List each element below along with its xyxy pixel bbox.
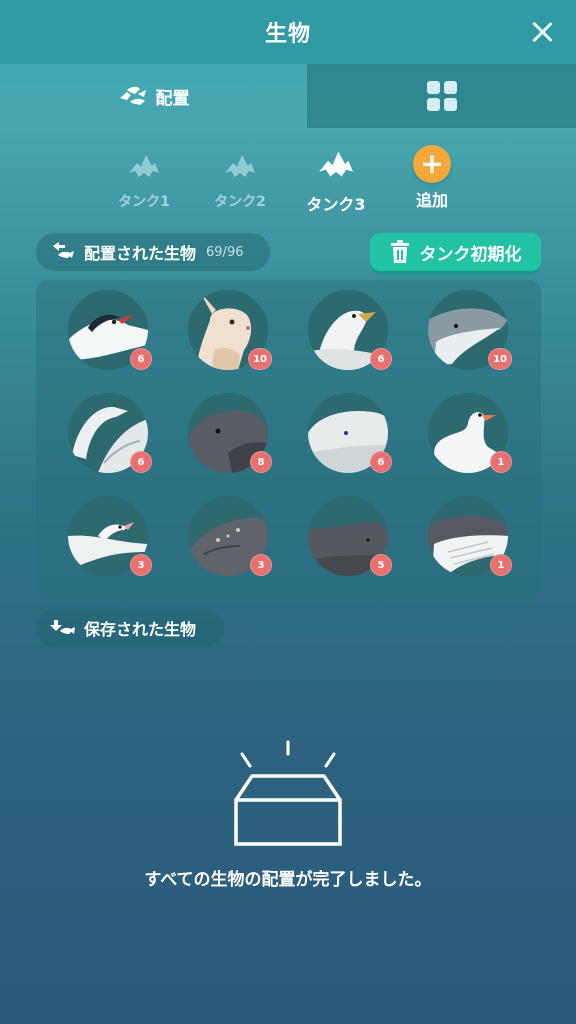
creature-count-badge: 6 bbox=[370, 348, 392, 370]
creature-slot[interactable]: 5 bbox=[308, 496, 392, 576]
creature-count-badge: 6 bbox=[130, 348, 152, 370]
creature-count-badge: 10 bbox=[488, 348, 512, 370]
placed-creatures-label: 配置された生物 bbox=[84, 244, 197, 263]
creature-slot[interactable]: 6 bbox=[68, 290, 152, 370]
empty-message: すべての生物の配置が完了しました。 bbox=[144, 870, 432, 890]
creature-slot[interactable]: 1 bbox=[428, 496, 512, 576]
creature-count-badge: 10 bbox=[248, 348, 272, 370]
creature-slot[interactable]: 6 bbox=[68, 393, 152, 473]
empty-box-icon bbox=[234, 740, 342, 846]
header-bar: 生物 bbox=[0, 0, 576, 64]
creature-count-badge: 3 bbox=[250, 554, 272, 576]
saved-creatures-label: 保存された生物 bbox=[84, 620, 197, 639]
tab-place-label: 配置 bbox=[155, 88, 190, 109]
placed-creatures-count: 69/96 bbox=[206, 244, 244, 260]
wave-mountain-icon bbox=[319, 151, 353, 177]
creature-count-badge: 8 bbox=[250, 451, 272, 473]
close-icon[interactable] bbox=[530, 20, 554, 44]
trash-icon bbox=[390, 240, 409, 263]
transfer-fish-icon bbox=[53, 242, 74, 258]
creature-slot[interactable]: 1 bbox=[428, 393, 512, 473]
reset-tank-label: タンク初期化 bbox=[419, 244, 522, 265]
creature-slot[interactable]: 3 bbox=[68, 496, 152, 576]
tank-2-label: タンク2 bbox=[214, 194, 266, 210]
page-title: 生物 bbox=[264, 22, 311, 47]
creature-slot[interactable]: 6 bbox=[308, 290, 392, 370]
creature-slot[interactable]: 10 bbox=[188, 290, 272, 370]
add-tank-label: 追加 bbox=[415, 191, 448, 210]
tank-3[interactable]: タンク3 bbox=[296, 145, 376, 215]
tank-3-label: タンク3 bbox=[306, 195, 366, 214]
creature-count-badge: 6 bbox=[370, 451, 392, 473]
tank-1[interactable]: タンク1 bbox=[104, 145, 184, 211]
add-tank-button[interactable]: + 追加 bbox=[392, 145, 472, 211]
wave-mountain-icon bbox=[225, 155, 255, 177]
creature-count-badge: 3 bbox=[130, 554, 152, 576]
tab-place[interactable]: 配置 bbox=[0, 64, 307, 128]
tab-grid[interactable] bbox=[307, 64, 576, 128]
tank-selector: タンク1 タンク2 タンク3 + 追加 bbox=[0, 145, 576, 215]
grid-icon bbox=[426, 81, 457, 111]
creature-slot[interactable]: 10 bbox=[428, 290, 512, 370]
creature-count-badge: 1 bbox=[490, 451, 512, 473]
creature-count-badge: 6 bbox=[130, 451, 152, 473]
reset-tank-button[interactable]: タンク初期化 bbox=[370, 233, 541, 271]
fish-pair-icon bbox=[119, 86, 146, 105]
saved-fish-icon bbox=[50, 620, 75, 634]
creature-slot[interactable]: 3 bbox=[188, 496, 272, 576]
saved-creatures-header[interactable]: 保存された生物 bbox=[36, 609, 224, 647]
creature-count-badge: 1 bbox=[490, 554, 512, 576]
tank-2[interactable]: タンク2 bbox=[200, 145, 280, 211]
creature-slot[interactable]: 6 bbox=[308, 393, 392, 473]
tab-bar: 配置 bbox=[0, 64, 576, 128]
placed-creatures-header: 配置された生物 69/96 bbox=[36, 233, 270, 271]
wave-mountain-icon bbox=[129, 155, 159, 177]
plus-icon: + bbox=[413, 145, 451, 183]
creature-count-badge: 5 bbox=[370, 554, 392, 576]
tank-1-label: タンク1 bbox=[118, 194, 170, 210]
creature-slot[interactable]: 8 bbox=[188, 393, 272, 473]
creature-grid: 6 10 6 10 6 8 6 1 3 3 5 1 bbox=[36, 280, 541, 598]
